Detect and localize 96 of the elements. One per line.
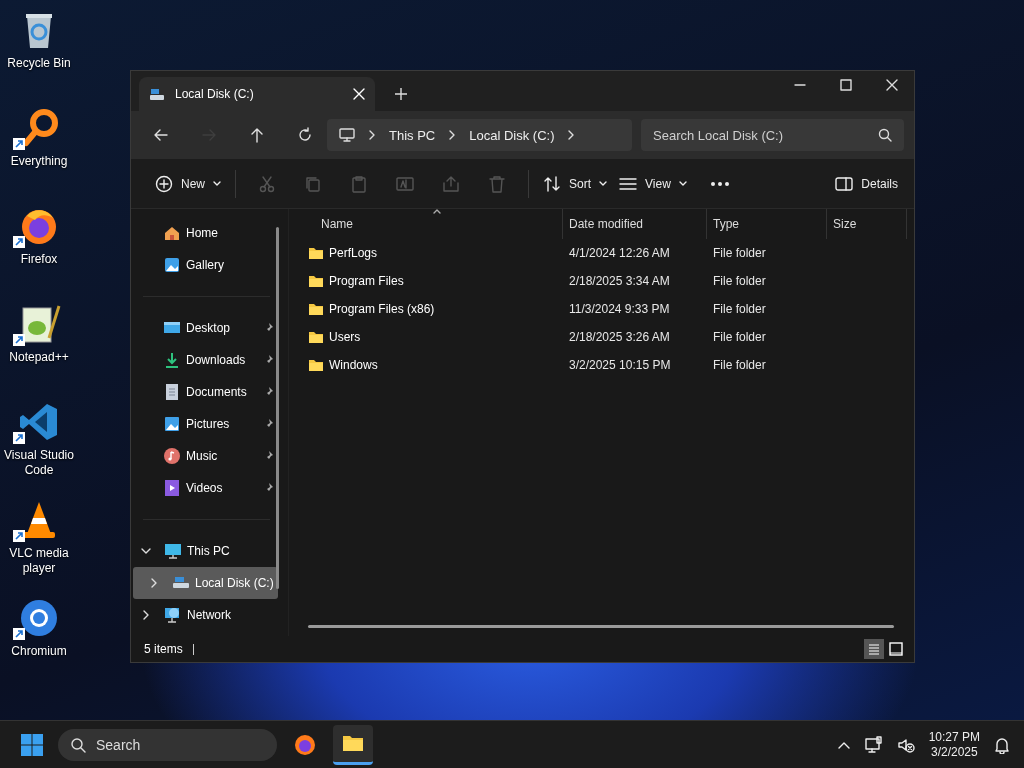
windows-logo-icon[interactable] <box>20 732 44 757</box>
desktop-shortcut[interactable]: Recycle Bin <box>0 6 78 104</box>
rename-icon <box>396 174 414 193</box>
caret-icon <box>678 180 687 187</box>
sidebar-item[interactable]: Local Disk (C:) <box>133 567 278 599</box>
desktop-shortcut[interactable]: Visual Studio Code <box>0 398 78 496</box>
music-note-icon <box>163 447 181 465</box>
maximize-icon[interactable] <box>840 79 852 91</box>
clock-date: 3/2/2025 <box>930 744 978 760</box>
download-icon <box>163 351 181 369</box>
drive-icon <box>149 86 165 102</box>
table-cell-text: 2/18/2025 3:26 AM <box>568 330 671 344</box>
chevron-icon[interactable] <box>141 610 151 620</box>
trash-icon <box>488 174 506 193</box>
caret-icon <box>599 180 608 187</box>
sidebar-item[interactable]: Gallery <box>133 249 278 281</box>
column-header[interactable]: Date modified <box>563 209 707 239</box>
tiles-view-icon <box>888 641 904 657</box>
desktop-shortcut[interactable]: Chromium <box>0 594 78 692</box>
table-cell-text: 3/2/2025 10:15 PM <box>568 358 672 372</box>
file-name[interactable]: PerfLogs <box>329 246 378 260</box>
table-cell-text: 2/18/2025 3:34 AM <box>568 274 671 288</box>
desktop-shortcut[interactable]: Notepad++ <box>0 300 78 398</box>
sidebar-item[interactable]: Downloads <box>133 344 278 376</box>
file-name[interactable]: Program Files <box>329 274 404 288</box>
clock-time: 10:27 PM <box>928 729 980 745</box>
plus-icon[interactable] <box>395 88 407 100</box>
close-icon[interactable] <box>886 79 898 91</box>
monitor-icon <box>164 542 182 560</box>
plus-circle-icon <box>155 174 173 193</box>
column-header[interactable]: Type <box>707 209 827 239</box>
sidebar-item[interactable]: Music <box>133 440 278 472</box>
panel-icon <box>835 176 854 191</box>
caret-icon <box>213 180 221 187</box>
table-cell-text: File folder <box>712 246 767 260</box>
document-icon <box>163 383 181 401</box>
sidebar-item[interactable]: Videos <box>133 472 278 504</box>
house-icon <box>163 224 181 242</box>
file-name[interactable]: Users <box>329 330 361 344</box>
clock[interactable]: 10:27 PM 3/2/2025 <box>928 729 980 760</box>
table-cell-text: File folder <box>712 302 767 316</box>
monitor-icon <box>339 127 355 143</box>
scrollbar[interactable] <box>308 625 894 628</box>
desktop-shortcut[interactable]: Everything <box>0 104 78 202</box>
network-icon[interactable] <box>864 735 883 754</box>
breadcrumb-item[interactable]: Local Disk (C:) <box>469 127 555 143</box>
desktop-shortcut[interactable]: VLC media player <box>0 496 78 594</box>
sidebar-item[interactable]: Documents <box>133 376 278 408</box>
chevron-icon <box>367 130 377 140</box>
gallery-icon <box>163 256 181 274</box>
sort-arrows-icon <box>543 174 561 193</box>
file-name[interactable]: Program Files (x86) <box>329 302 435 316</box>
view-button[interactable]: View <box>613 167 693 200</box>
taskbar-app-button[interactable] <box>333 724 373 765</box>
details-button[interactable]: Details <box>829 167 904 200</box>
table-cell-text: 4/1/2024 12:26 AM <box>568 246 671 260</box>
network-icon <box>164 606 182 624</box>
table-cell-text: 11/3/2024 9:33 PM <box>568 302 671 316</box>
table-cell-text: File folder <box>712 358 767 372</box>
sidebar-item[interactable]: This PC <box>133 535 278 567</box>
table-cell-text: File folder <box>712 330 767 344</box>
tiles-view-button[interactable] <box>886 639 906 659</box>
lines-icon <box>619 176 638 191</box>
file-name[interactable]: Windows <box>329 358 378 372</box>
breadcrumb-item[interactable]: This PC <box>389 127 436 143</box>
tab[interactable]: Local Disk (C:) <box>139 77 375 111</box>
sidebar-item[interactable]: Network <box>133 599 278 631</box>
video-icon <box>163 479 181 497</box>
address-bar[interactable]: This PC Local Disk (C:) <box>327 119 632 151</box>
sidebar-item[interactable]: Desktop <box>133 312 278 344</box>
scrollbar[interactable] <box>276 227 279 589</box>
desktop-shortcut[interactable]: Firefox <box>0 202 78 300</box>
picture-icon <box>163 415 181 433</box>
sort-button[interactable]: Sort <box>537 167 614 200</box>
item-count: 5 items <box>144 643 194 655</box>
bell-icon[interactable] <box>994 735 1010 754</box>
copy-icon <box>304 174 322 193</box>
search-field[interactable]: Search Local Disk (C:) <box>641 119 904 151</box>
search-icon <box>878 128 892 142</box>
new-button[interactable]: New <box>149 167 227 200</box>
details-view-icon <box>866 641 882 657</box>
sort-caret-icon <box>433 209 441 214</box>
sidebar-item[interactable]: Pictures <box>133 408 278 440</box>
firefox-icon <box>293 732 317 757</box>
scissors-icon <box>258 174 276 193</box>
search-icon <box>70 736 86 753</box>
share-icon <box>442 174 460 193</box>
table-cell-text: File folder <box>712 274 767 288</box>
sidebar-item[interactable]: Home <box>133 217 278 249</box>
clipboard-icon <box>350 174 368 193</box>
column-header[interactable]: Name <box>289 209 563 239</box>
column-header[interactable]: Size <box>827 209 907 239</box>
taskbar-search-field[interactable]: Search <box>58 728 277 761</box>
more-icon[interactable] <box>710 181 729 186</box>
chevron-icon[interactable] <box>141 546 151 556</box>
tab-title: Local Disk (C:) <box>175 87 255 101</box>
